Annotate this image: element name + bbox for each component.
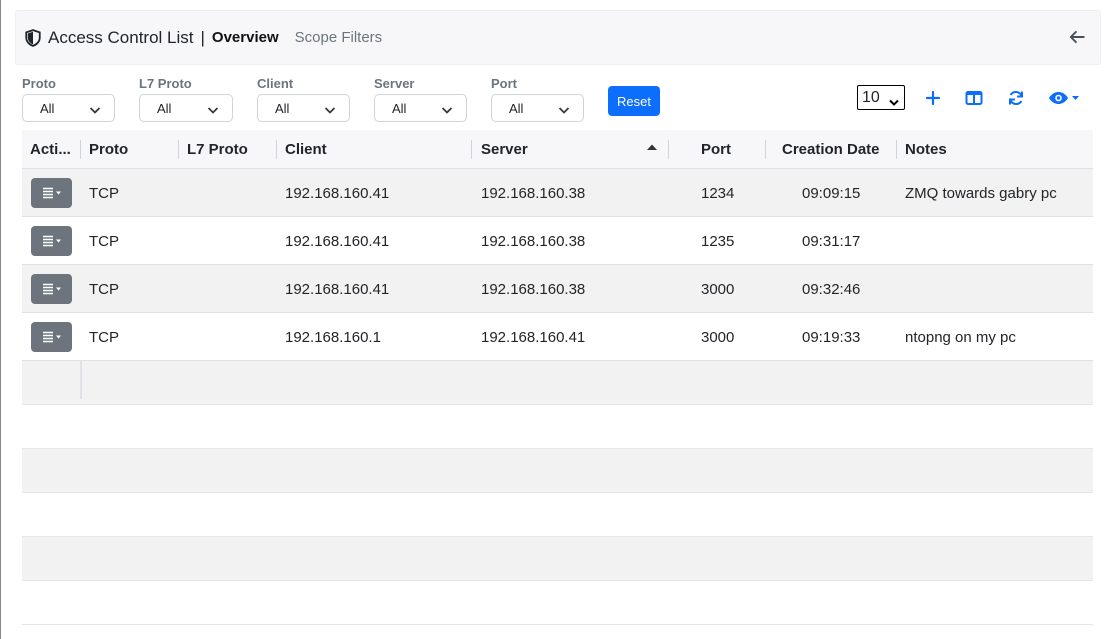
column-separator (80, 140, 81, 159)
table-body: TCP 192.168.160.41 192.168.160.38 1234 0… (22, 169, 1093, 625)
filter-server: Server All (374, 76, 467, 122)
column-separator (668, 140, 669, 159)
cell-proto: TCP (89, 233, 119, 250)
cell-server: 192.168.160.41 (481, 329, 586, 346)
cell-client: 192.168.160.1 (285, 329, 381, 346)
col-header-server[interactable]: Server (481, 141, 528, 158)
select-value: All (157, 100, 172, 116)
empty-row (22, 405, 1093, 449)
cell-port: 1234 (701, 185, 735, 202)
cell-proto: TCP (89, 185, 119, 202)
table-header: Acti... Proto L7 Proto Client Server Por… (22, 130, 1093, 169)
plus-icon[interactable] (922, 88, 944, 108)
row-actions-button[interactable] (31, 322, 72, 352)
row-actions-button[interactable] (31, 178, 72, 208)
filter-port: Port All (491, 76, 584, 122)
col-header-l7-proto[interactable]: L7 Proto (187, 141, 248, 158)
cell-creation-date: 09:32:46 (802, 281, 861, 298)
table-row: TCP 192.168.160.41 192.168.160.38 1235 0… (22, 217, 1093, 265)
title-separator: | (200, 27, 205, 47)
select-value: All (392, 100, 407, 116)
refresh-icon[interactable] (1005, 88, 1027, 108)
select-value: All (40, 100, 55, 116)
page-size-value: 10 (862, 88, 880, 106)
empty-row (22, 493, 1093, 537)
acl-table: Acti... Proto L7 Proto Client Server Por… (22, 130, 1093, 625)
table-row: TCP 192.168.160.41 192.168.160.38 3000 0… (22, 265, 1093, 313)
cell-proto: TCP (89, 281, 119, 298)
client-select[interactable]: All (257, 94, 350, 122)
cell-port: 1235 (701, 233, 735, 250)
filter-proto: Proto All (22, 76, 115, 122)
proto-select[interactable]: All (22, 94, 115, 122)
cell-client: 192.168.160.41 (285, 281, 390, 298)
column-separator (471, 140, 472, 159)
empty-row (22, 537, 1093, 581)
l7-proto-select[interactable]: All (139, 94, 233, 122)
filter-client: Client All (257, 76, 350, 122)
table-row: TCP 192.168.160.1 192.168.160.41 3000 09… (22, 313, 1093, 361)
server-select[interactable]: All (374, 94, 467, 122)
page-title: Access Control List (48, 27, 194, 47)
filter-l7-proto: L7 Proto All (139, 76, 233, 122)
col-header-port[interactable]: Port (701, 141, 731, 158)
cell-creation-date: 09:19:33 (802, 329, 861, 346)
cell-port: 3000 (701, 281, 735, 298)
filter-label: Server (374, 76, 415, 91)
col-header-actions[interactable]: Acti... (30, 141, 71, 158)
back-arrow-icon[interactable] (1068, 28, 1086, 46)
chevron-down-icon (207, 103, 219, 114)
select-value: All (509, 100, 524, 116)
col-header-notes[interactable]: Notes (905, 141, 947, 158)
row-actions-button[interactable] (31, 226, 72, 256)
cell-notes: ZMQ towards gabry pc (905, 185, 1057, 202)
cell-server: 192.168.160.38 (481, 281, 586, 298)
empty-row (22, 361, 1093, 405)
cell-server: 192.168.160.38 (481, 233, 586, 250)
filter-label: Port (491, 76, 517, 91)
chevron-down-icon (324, 103, 336, 114)
chevron-down-icon (889, 94, 899, 106)
empty-row (22, 581, 1093, 625)
column-separator (896, 140, 897, 159)
filter-label: Proto (22, 76, 56, 91)
chevron-down-icon (89, 103, 101, 114)
port-select[interactable]: All (491, 94, 584, 122)
cell-server: 192.168.160.38 (481, 185, 586, 202)
col-header-creation-date[interactable]: Creation Date (782, 141, 880, 158)
tab-scope-filters[interactable]: Scope Filters (295, 29, 383, 46)
cell-creation-date: 09:09:15 (802, 185, 861, 202)
chevron-down-icon (441, 103, 453, 114)
filter-label: L7 Proto (139, 76, 192, 91)
col-header-proto[interactable]: Proto (89, 141, 128, 158)
cell-proto: TCP (89, 329, 119, 346)
col-header-client[interactable]: Client (285, 141, 327, 158)
chevron-down-icon (558, 103, 570, 114)
column-separator (178, 140, 179, 159)
page-header: Access Control List | Overview Scope Fil… (15, 10, 1101, 65)
cell-creation-date: 09:31:17 (802, 233, 861, 250)
column-separator (276, 140, 277, 159)
row-actions-button[interactable] (31, 274, 72, 304)
column-separator (765, 140, 766, 159)
eye-icon[interactable] (1048, 88, 1082, 108)
cell-client: 192.168.160.41 (285, 185, 390, 202)
select-value: All (275, 100, 290, 116)
shield-icon (24, 28, 42, 47)
tab-overview[interactable]: Overview (212, 29, 279, 46)
filter-label: Client (257, 76, 294, 91)
table-row: TCP 192.168.160.41 192.168.160.38 1234 0… (22, 169, 1093, 217)
columns-icon[interactable] (963, 88, 985, 108)
sort-ascending-icon[interactable] (646, 138, 658, 155)
cell-notes: ntopng on my pc (905, 329, 1016, 346)
reset-button[interactable]: Reset (608, 86, 660, 116)
cell-client: 192.168.160.41 (285, 233, 390, 250)
empty-row (22, 449, 1093, 493)
page-size-select[interactable]: 10 (857, 85, 905, 110)
cell-port: 3000 (701, 329, 735, 346)
